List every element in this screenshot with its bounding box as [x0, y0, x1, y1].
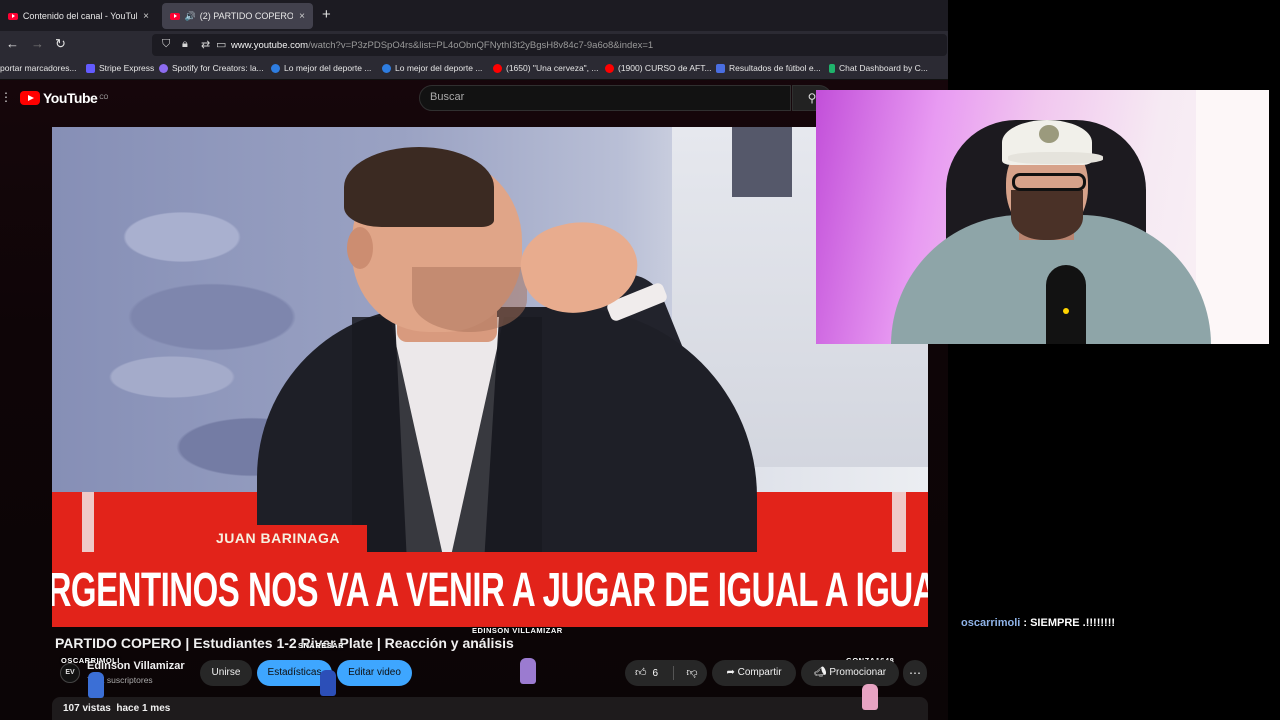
- share-icon: ➦: [726, 667, 738, 678]
- tab-label: (2) PARTIDO COPERO | Estu: [199, 11, 294, 21]
- shield-icon[interactable]: ⛉: [162, 38, 170, 51]
- reload-button[interactable]: ↻: [55, 36, 66, 52]
- avatar-sprite: [88, 672, 104, 698]
- speaker-icon[interactable]: 🔊: [185, 11, 196, 22]
- logo-text: YouTube: [43, 90, 98, 106]
- tab-channel-content[interactable]: Contenido del canal - YouTube ×: [0, 3, 157, 29]
- tab-label: Contenido del canal - YouTube: [22, 11, 138, 21]
- bookmark-label: (1650) "Una cerveza", ...: [506, 63, 599, 73]
- url-path: /watch?v=P3zPDSpO4rs&list=PL4oObnQFNythI…: [308, 40, 654, 51]
- browser-tab-bar: Contenido del canal - YouTube × 🔊 (2) PA…: [0, 0, 948, 31]
- speaker-name: JUAN BARINAGA: [216, 530, 340, 546]
- youtube-favicon-icon: [170, 12, 180, 20]
- bookmark-curso-aft[interactable]: (1900) CURSO de AFT...: [605, 63, 712, 73]
- site-icon: [271, 63, 280, 73]
- bookmark-label: Lo mejor del deporte ...: [284, 63, 372, 73]
- youtube-favicon-icon: [8, 12, 18, 20]
- back-button[interactable]: ←: [6, 36, 19, 51]
- avatar-sprite: [862, 684, 878, 710]
- bookmark-label: Chat Dashboard by C...: [839, 63, 928, 73]
- bookmark-label: Lo mejor del deporte ...: [395, 63, 483, 73]
- video-title: PARTIDO COPERO | Estudiantes 1-2 River P…: [55, 635, 514, 651]
- lock-icon[interactable]: 🔒︎: [182, 38, 188, 51]
- site-icon: [829, 63, 835, 73]
- microphone: [1046, 265, 1086, 344]
- upload-age: hace 1 mes: [116, 703, 171, 714]
- site-icon: [382, 63, 391, 73]
- overlay-name: EDINSON VILLAMIZAR: [472, 626, 563, 635]
- dislike-button[interactable]: 👎︎: [677, 660, 707, 686]
- view-count: 107 vistas: [63, 703, 111, 714]
- permissions-icon[interactable]: ⇄: [201, 38, 210, 51]
- url-text[interactable]: www.youtube.com/watch?v=P3zPDSpO4rs&list…: [231, 40, 653, 51]
- overlay-name: SNARESAR: [298, 641, 345, 650]
- tab-partido-copero[interactable]: 🔊 (2) PARTIDO COPERO | Estu ×: [162, 3, 313, 29]
- quote-text: "ARGENTINOS NOS VA A VENIR A JUGAR DE IG…: [52, 561, 928, 616]
- channel-name[interactable]: Edinson Villamizar: [87, 660, 185, 672]
- bookmark-label: portar marcadores...: [0, 63, 77, 73]
- search-box[interactable]: [419, 85, 791, 111]
- address-bar[interactable]: ⛉ 🔒︎ ⇄ ▭ www.youtube.com/watch?v=P3zPDSp…: [152, 34, 947, 56]
- url-host: www.youtube.com: [231, 40, 309, 51]
- new-tab-button[interactable]: +: [322, 6, 331, 23]
- avatar-sprite: [520, 658, 536, 684]
- chat-text: : SIEMPRE .!!!!!!!!: [1020, 617, 1116, 629]
- bookmark-import[interactable]: portar marcadores...: [0, 63, 77, 73]
- bookmark-label: Stripe Express: [99, 63, 155, 73]
- lower-third-nameplate: JUAN BARINAGA: [202, 525, 367, 553]
- avatar-sprite: [320, 670, 336, 696]
- bookmark-chat-dashboard[interactable]: Chat Dashboard by C...: [829, 63, 928, 73]
- chat-message: oscarrimoli : SIEMPRE .!!!!!!!!: [961, 617, 1115, 629]
- video-meta: 107 vistas hace 1 mes: [63, 703, 170, 714]
- edit-video-button[interactable]: Editar video: [337, 660, 412, 686]
- promote-button[interactable]: 📣︎ Promocionar: [801, 660, 899, 686]
- site-icon: [716, 63, 725, 73]
- youtube-page: ⋮ YouTube CO ⚲ JUAN BARINAGA "ARGENTINOS…: [0, 80, 948, 720]
- forward-button[interactable]: →: [31, 36, 44, 51]
- bookmark-stripe[interactable]: Stripe Express: [86, 63, 154, 73]
- more-actions-button[interactable]: ⋯: [903, 660, 927, 686]
- menu-icon[interactable]: ⋮: [0, 90, 12, 104]
- channel-avatar[interactable]: EV: [60, 663, 80, 683]
- spotify-icon: [159, 63, 168, 73]
- video-player[interactable]: JUAN BARINAGA "ARGENTINOS NOS VA A VENIR…: [52, 127, 928, 627]
- bookmark-resultados[interactable]: Resultados de fútbol e...: [716, 63, 821, 73]
- region-code: CO: [99, 95, 109, 101]
- youtube-icon: [493, 63, 502, 73]
- bookmark-label: Resultados de fútbol e...: [729, 63, 821, 73]
- close-tab-icon[interactable]: ×: [299, 11, 305, 22]
- streamer-webcam: [816, 90, 1269, 344]
- youtube-icon: [605, 63, 614, 73]
- description-box[interactable]: 107 vistas hace 1 mes: [52, 697, 928, 720]
- lower-third-quote-bar: "ARGENTINOS NOS VA A VENIR A JUGAR DE IG…: [52, 552, 928, 627]
- share-button[interactable]: ➦ Compartir: [712, 660, 796, 686]
- bookmark-label: (1900) CURSO de AFT...: [618, 63, 712, 73]
- bookmarks-bar: portar marcadores... Stripe Express Spot…: [0, 59, 948, 80]
- join-button[interactable]: Unirse: [200, 660, 252, 686]
- share-label: Compartir: [737, 667, 782, 678]
- search-input[interactable]: [430, 91, 770, 103]
- bookmark-spotify[interactable]: Spotify for Creators: la...: [159, 63, 264, 73]
- stripe-icon: [86, 63, 95, 73]
- youtube-play-icon: [20, 91, 40, 105]
- megaphone-icon: 📣︎: [813, 667, 830, 678]
- bookmark-deporte-2[interactable]: Lo mejor del deporte ...: [382, 63, 482, 73]
- thumbs-up-icon: 👍︎: [635, 667, 647, 679]
- chat-username: oscarrimoli: [961, 617, 1021, 629]
- bookmark-una-cerveza[interactable]: (1650) "Una cerveza", ...: [493, 63, 599, 73]
- like-count: 6: [652, 668, 659, 679]
- camera-icon[interactable]: ▭: [216, 38, 226, 51]
- youtube-logo[interactable]: YouTube CO: [20, 90, 108, 106]
- bookmark-label: Spotify for Creators: la...: [172, 63, 264, 73]
- browser-nav-bar: ← → ↻ ⛉ 🔒︎ ⇄ ▭ www.youtube.com/watch?v=P…: [0, 31, 948, 59]
- bookmark-deporte-1[interactable]: Lo mejor del deporte ...: [271, 63, 371, 73]
- thumbs-down-icon: 👎︎: [686, 667, 698, 679]
- promote-label: Promocionar: [829, 667, 887, 678]
- like-dislike-group: 👍︎ 6 👎︎: [625, 660, 707, 686]
- close-tab-icon[interactable]: ×: [143, 11, 149, 22]
- like-button[interactable]: 👍︎ 6: [625, 660, 673, 686]
